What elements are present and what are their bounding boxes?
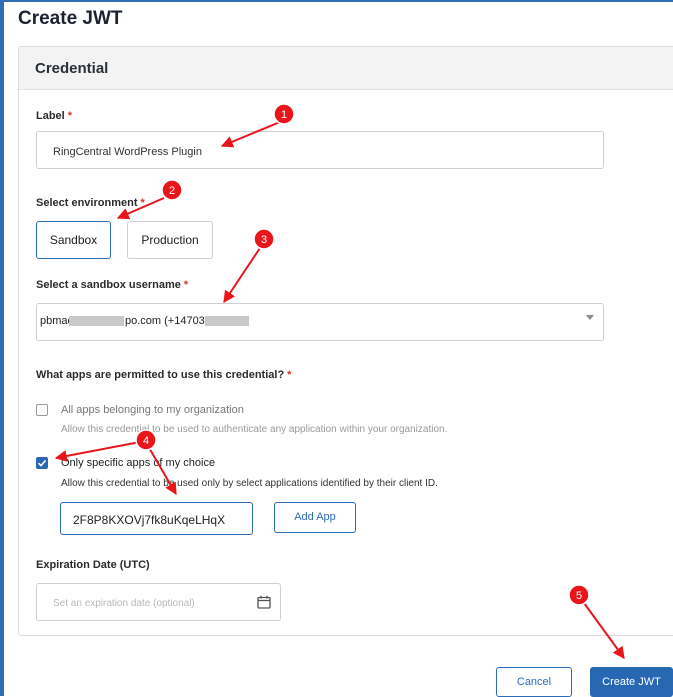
label-field-label: Label * <box>36 110 72 122</box>
sandbox-username-label: Select a sandbox username * <box>36 279 188 291</box>
add-app-button[interactable]: Add App <box>274 502 356 533</box>
all-apps-title: All apps belonging to my organization <box>61 404 244 416</box>
client-id-input[interactable]: 2F8P8KXOVj7fk8uKqeLHqX <box>60 502 253 535</box>
expiration-placeholder: Set an expiration date (optional) <box>53 598 195 609</box>
specific-apps-checkbox[interactable] <box>36 457 48 469</box>
window-frame-left <box>0 0 4 696</box>
specific-apps-title: Only specific apps of my choice <box>61 457 216 469</box>
environment-label: Select environment * <box>36 197 145 209</box>
label-input[interactable]: RingCentral WordPress Plugin <box>36 131 604 169</box>
label-input-value: RingCentral WordPress Plugin <box>53 146 202 158</box>
calendar-icon[interactable] <box>257 595 271 609</box>
environment-sandbox-button[interactable]: Sandbox <box>36 221 111 259</box>
apps-question: What apps are permitted to use this cred… <box>36 369 291 381</box>
redacted-block <box>69 316 124 326</box>
cancel-button[interactable]: Cancel <box>496 667 572 697</box>
client-id-value: 2F8P8KXOVj7fk8uKqeLHqX <box>73 513 226 527</box>
all-apps-checkbox[interactable] <box>36 404 48 416</box>
sandbox-username-label-text: Select a sandbox username <box>36 279 181 291</box>
required-marker: * <box>140 197 145 209</box>
apps-question-text: What apps are permitted to use this cred… <box>36 369 285 381</box>
window-frame-top <box>0 0 673 2</box>
check-icon <box>37 459 47 467</box>
chevron-down-icon[interactable] <box>586 315 594 320</box>
label-field-label-text: Label <box>36 110 65 122</box>
sandbox-username-value-middle: po.com (+14703 <box>125 315 205 327</box>
required-marker: * <box>183 279 189 291</box>
required-marker: * <box>67 110 73 122</box>
expiration-date-input[interactable]: Set an expiration date (optional) <box>36 583 281 621</box>
environment-production-button[interactable]: Production <box>127 221 213 259</box>
specific-apps-description: Allow this credential to be used only by… <box>61 478 438 489</box>
create-jwt-button[interactable]: Create JWT <box>590 667 673 697</box>
card-header-title: Credential <box>35 60 109 77</box>
expiration-label: Expiration Date (UTC) <box>36 559 150 571</box>
redacted-block <box>205 316 249 326</box>
page-title: Create JWT <box>18 8 123 29</box>
card-header: Credential <box>19 47 673 90</box>
environment-label-text: Select environment <box>36 197 138 209</box>
required-marker: * <box>287 369 292 381</box>
all-apps-description: Allow this credential to be used to auth… <box>61 424 448 435</box>
